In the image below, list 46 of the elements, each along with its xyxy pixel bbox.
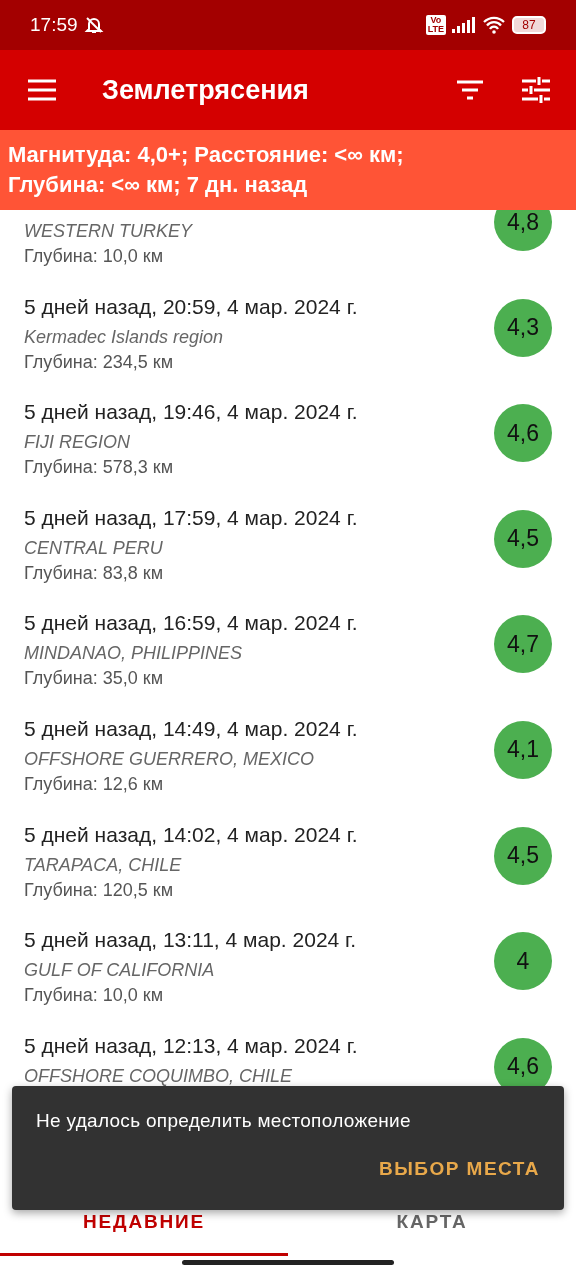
battery-level: 87 [512,16,546,34]
quake-region: Kermadec Islands region [24,326,224,348]
magnitude-badge: 4,1 [494,720,552,779]
magnitude-badge: 4 [494,932,552,991]
filter-summary-line: Глубина: <∞ км; 7 дн. назад [8,171,308,199]
filter-summary-line: Магнитуда: 4,0+; Расстояние: <∞ км; [8,141,404,169]
quake-time: 5 дней назад, 12:13, 4 мар. 2024 г. [24,1033,359,1059]
volte-badge: Vo LTE [425,15,446,35]
status-time: 17:59 [30,14,78,36]
quake-depth: Глубина: 83,8 км [24,562,165,584]
snackbar-message: Не удалось определить местоположение [36,1110,412,1132]
quake-region: MINDANAO, PHILIPPINES [24,643,243,665]
quake-time: 5 дней назад, 16:59, 4 мар. 2024 г. [24,611,359,637]
quake-time: 5 дней назад, 14:49, 4 мар. 2024 г. [24,716,359,742]
app-title: Землетрясения [102,74,310,106]
quake-time: 5 дней назад, 17:59, 4 мар. 2024 г. [24,505,359,531]
quake-time: 5 дней назад, 20:59, 4 мар. 2024 г. [24,294,359,320]
choose-location-button[interactable]: ВЫБОР МЕСТА [378,1158,540,1180]
quake-time: 5 дней назад, 13:11, 4 мар. 2024 г. [24,928,357,954]
magnitude-badge: 4,7 [494,615,552,674]
quake-time: 5 дней назад, 14:02, 4 мар. 2024 г. [24,822,359,848]
muted-bell-icon [83,15,104,35]
quake-region: FIJI REGION [24,432,130,454]
magnitude-badge: 4,5 [494,509,552,568]
magnitude-badge: 4,3 [494,298,552,357]
quake-region: TARAPACA, CHILE [24,854,182,876]
quake-time: 5 дней назад, 19:46, 4 мар. 2024 г. [24,400,359,426]
quake-region: OFFSHORE COQUIMBO, CHILE [24,1065,293,1087]
magnitude-badge: 4,6 [494,404,552,463]
wifi-icon [482,16,506,34]
quake-region: GULF OF CALIFORNIA [24,960,215,982]
signal-icon [452,17,476,33]
quake-depth: Глубина: 120,5 км [24,879,175,901]
quake-depth: Глубина: 10,0 км [24,246,165,267]
sliders-icon[interactable] [520,74,552,106]
quake-depth: Глубина: 10,0 км [24,985,165,1007]
quake-depth: Глубина: 12,6 км [24,773,165,795]
quake-depth: Глубина: 578,3 км [24,457,175,479]
magnitude-badge: 4,5 [494,826,552,885]
quake-region: CENTRAL PERU [24,537,163,559]
tab[interactable]: КАРТА [288,1186,576,1256]
quake-depth: Глубина: 35,0 км [24,668,165,690]
quake-region: OFFSHORE GUERRERO, MEXICO [24,748,315,770]
quake-depth: Глубина: 234,5 км [24,351,175,373]
quake-region: WESTERN TURKEY [24,221,192,242]
tab[interactable]: НЕДАВНИЕ [0,1186,288,1256]
